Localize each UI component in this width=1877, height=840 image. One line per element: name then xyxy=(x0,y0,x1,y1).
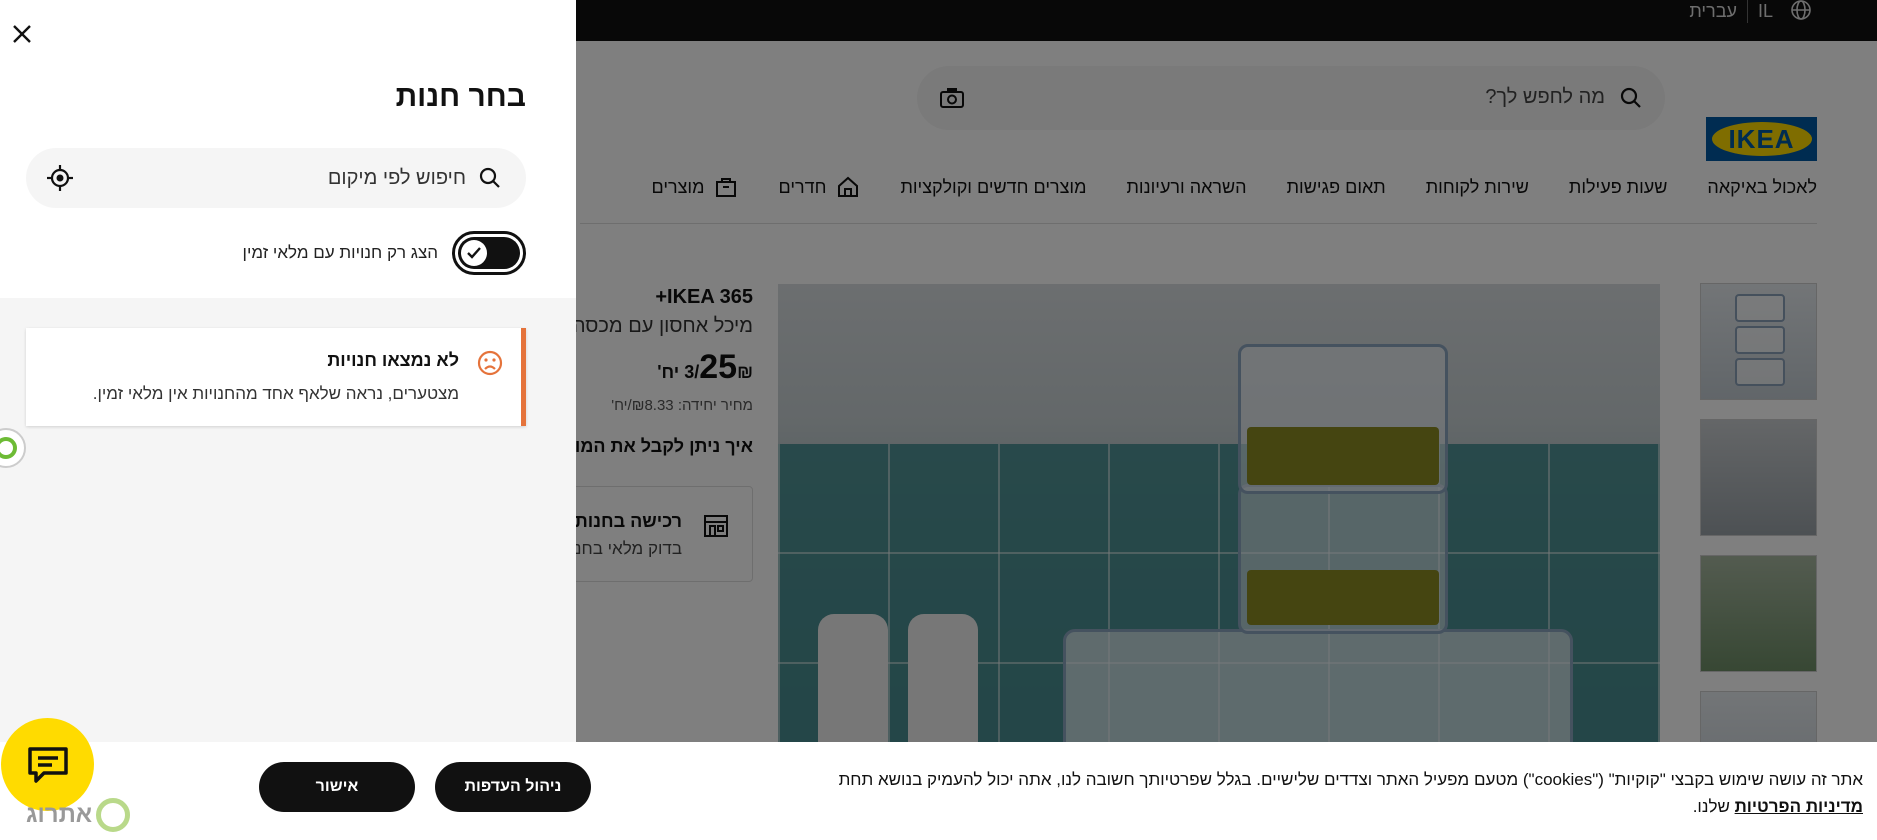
accessibility-logo-icon xyxy=(96,798,131,832)
checkmark-icon xyxy=(467,247,481,259)
no-stores-alert: לא נמצאו חנויות מצטערים, נראה שלאף אחד מ… xyxy=(26,328,526,426)
search-icon xyxy=(479,167,500,188)
stock-filter-toggle[interactable] xyxy=(452,231,526,275)
cookie-text: אתר זה עושה שימוש בקבצי "קוקיות" ("cooki… xyxy=(833,766,1863,820)
cookie-text-end: שלנו. xyxy=(1692,797,1735,816)
chat-icon xyxy=(27,746,68,783)
toggle-knob xyxy=(461,240,487,266)
cookie-banner: אתר זה עושה שימוש בקבצי "קוקיות" ("cooki… xyxy=(0,742,1877,840)
close-icon[interactable] xyxy=(12,24,32,44)
stock-filter-label: הצג רק חנויות עם מלאי זמין xyxy=(242,243,438,262)
store-selector-panel: בחר חנות הצג רק חנויות עם מלאי זמין לא נ… xyxy=(0,0,576,840)
sad-face-icon xyxy=(477,350,503,376)
stock-filter-row: הצג רק חנויות עם מלאי זמין xyxy=(243,231,526,275)
panel-title: בחר חנות xyxy=(395,80,526,113)
alert-text: מצטערים, נראה שלאף אחד מהחנויות אין מלאי… xyxy=(92,384,459,403)
toggle-track xyxy=(458,237,520,269)
location-search[interactable] xyxy=(26,148,526,208)
cookie-text-main: אתר זה עושה שימוש בקבצי "קוקיות" ("cooki… xyxy=(838,770,1863,789)
alert-title: לא נמצאו חנויות xyxy=(327,350,459,370)
accept-cookies-button[interactable]: אישור xyxy=(259,762,415,812)
accessibility-label: אתרוג xyxy=(26,801,93,828)
location-search-input[interactable] xyxy=(106,148,466,208)
close-button[interactable] xyxy=(6,18,38,50)
badge-ring xyxy=(0,437,17,459)
current-location-icon[interactable] xyxy=(46,164,74,192)
privacy-policy-link[interactable]: מדיניות הפרטיות xyxy=(1735,797,1863,816)
manage-preferences-button[interactable]: ניהול העדפות xyxy=(435,762,591,812)
accessibility-widget[interactable]: אתרוג xyxy=(26,798,131,832)
